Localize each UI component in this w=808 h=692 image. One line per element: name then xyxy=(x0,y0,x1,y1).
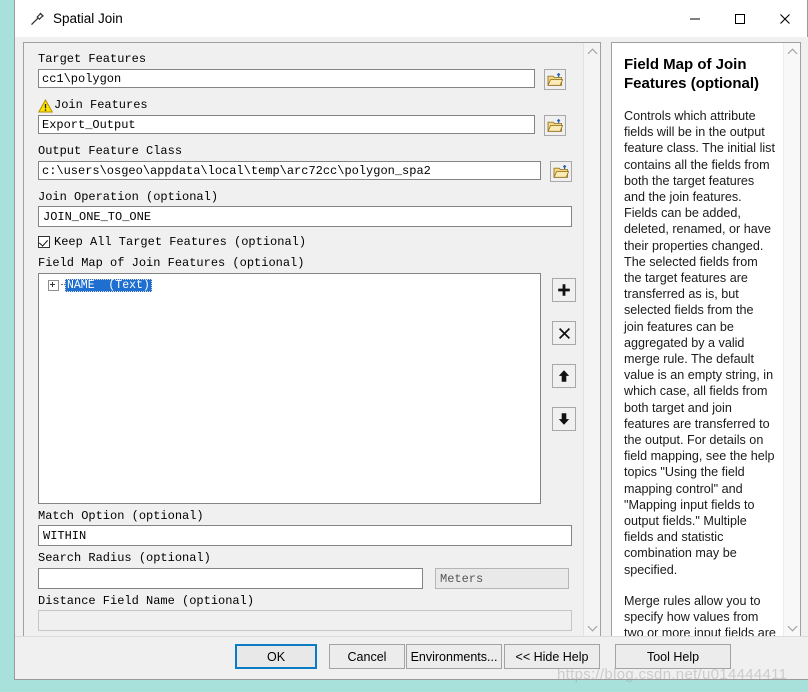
search-radius-input[interactable] xyxy=(38,568,423,589)
desktop-artifact xyxy=(2,9,11,23)
join-features-combo[interactable]: Export_Output xyxy=(38,115,535,134)
join-operation-label: Join Operation (optional) xyxy=(38,190,219,204)
help-paragraph: Controls which attribute fields will be … xyxy=(624,109,775,577)
keep-all-target-features-row[interactable]: Keep All Target Features (optional) xyxy=(38,233,584,251)
keep-all-target-features-checkbox[interactable] xyxy=(38,236,50,248)
ok-button[interactable]: OK xyxy=(235,644,317,669)
move-up-button[interactable] xyxy=(552,364,576,388)
help-pane: Field Map of Join Features (optional) Co… xyxy=(611,42,801,637)
dialog-buttons: OK Cancel Environments... << Hide Help T… xyxy=(15,644,808,669)
field-map-list[interactable]: NAME (Text) xyxy=(38,273,541,504)
field-map-label-row: Field Map of Join Features (optional) xyxy=(38,255,584,272)
scroll-down-button[interactable] xyxy=(584,619,600,636)
dialog-body: Target Features cc1\polygon Join Feature… xyxy=(15,37,808,642)
maximize-button[interactable] xyxy=(717,0,762,37)
search-radius-units-combo[interactable]: Meters xyxy=(435,568,569,589)
join-features-label-row: Join Features xyxy=(37,97,584,114)
field-map-label: Field Map of Join Features (optional) xyxy=(38,256,305,270)
environments-button[interactable]: Environments... xyxy=(406,644,502,669)
spatial-join-dialog: Spatial Join Target Features cc1\polygon… xyxy=(14,0,808,680)
output-feature-class-input[interactable]: c:\users\osgeo\appdata\local\temp\arc72c… xyxy=(38,161,541,180)
help-paragraph: Merge rules allow you to specify how val… xyxy=(624,593,776,637)
parameters-pane: Target Features cc1\polygon Join Feature… xyxy=(23,42,601,637)
help-scroll-up-button[interactable] xyxy=(784,43,800,60)
help-scroll-down-button[interactable] xyxy=(784,619,800,636)
close-button[interactable] xyxy=(762,0,807,37)
move-down-button[interactable] xyxy=(552,407,576,431)
join-features-browse-button[interactable] xyxy=(544,115,566,136)
minimize-button[interactable] xyxy=(672,0,717,37)
parameters-scrollbar[interactable] xyxy=(583,43,600,636)
join-operation-combo[interactable]: JOIN_ONE_TO_ONE xyxy=(38,206,572,227)
search-radius-row: Meters xyxy=(38,568,584,589)
keep-all-target-features-label: Keep All Target Features (optional) xyxy=(54,234,307,249)
join-operation-label-row: Join Operation (optional) xyxy=(38,189,584,206)
match-option-label: Match Option (optional) xyxy=(38,509,204,523)
help-title: Field Map of Join Features (optional) xyxy=(624,56,760,92)
field-map-item-label: NAME (Text) xyxy=(65,278,152,292)
desktop-artifact xyxy=(2,634,11,648)
target-features-combo[interactable]: cc1\polygon xyxy=(38,69,535,88)
field-map-buttons xyxy=(552,273,576,504)
window-controls xyxy=(672,0,807,37)
hammer-icon xyxy=(27,9,47,29)
delete-field-button[interactable] xyxy=(552,321,576,345)
output-feature-class-label-row: Output Feature Class xyxy=(38,143,584,160)
desktop-background: Spatial Join Target Features cc1\polygon… xyxy=(0,0,808,692)
cancel-button[interactable]: Cancel xyxy=(329,644,405,669)
field-map-item[interactable]: NAME (Text) xyxy=(48,278,540,292)
output-feature-class-row: c:\users\osgeo\appdata\local\temp\arc72c… xyxy=(38,161,584,182)
dialog-footer: OK Cancel Environments... << Hide Help T… xyxy=(15,636,808,679)
help-content: Field Map of Join Features (optional) Co… xyxy=(612,43,786,636)
target-features-label: Target Features xyxy=(38,52,147,66)
join-features-row: Export_Output xyxy=(38,115,584,136)
output-feature-class-browse-button[interactable] xyxy=(550,161,572,182)
window-title: Spatial Join xyxy=(53,11,123,26)
hide-help-button[interactable]: << Hide Help xyxy=(504,644,600,669)
add-field-button[interactable] xyxy=(552,278,576,302)
warning-icon xyxy=(37,98,54,113)
distance-field-name-label-row: Distance Field Name (optional) xyxy=(38,593,584,610)
tool-help-button[interactable]: Tool Help xyxy=(615,644,731,669)
scroll-up-button[interactable] xyxy=(584,43,600,60)
target-features-label-row: Target Features xyxy=(38,51,584,68)
join-features-label: Join Features xyxy=(54,98,148,112)
match-option-combo[interactable]: WITHIN xyxy=(38,525,572,546)
field-map-section: NAME (Text) xyxy=(38,273,584,504)
title-bar: Spatial Join xyxy=(15,0,807,38)
output-feature-class-label: Output Feature Class xyxy=(38,144,183,158)
parameters-list: Target Features cc1\polygon Join Feature… xyxy=(24,43,584,636)
search-radius-label-row: Search Radius (optional) xyxy=(38,550,584,567)
desktop-left-strip xyxy=(0,0,14,692)
target-features-browse-button[interactable] xyxy=(544,69,566,90)
desktop-artifact xyxy=(2,392,11,406)
target-features-row: cc1\polygon xyxy=(38,69,584,90)
expand-plus-icon[interactable] xyxy=(48,279,59,291)
distance-field-name-label: Distance Field Name (optional) xyxy=(38,594,255,608)
search-radius-label: Search Radius (optional) xyxy=(38,551,211,565)
help-scrollbar[interactable] xyxy=(783,43,800,636)
match-option-label-row: Match Option (optional) xyxy=(38,508,584,525)
distance-field-name-input[interactable] xyxy=(38,610,572,631)
